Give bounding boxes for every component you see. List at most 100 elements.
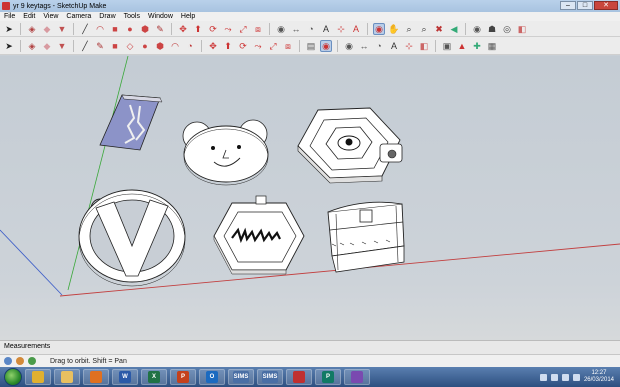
- scale-icon[interactable]: ⤢: [267, 40, 279, 52]
- rectangle-icon[interactable]: ■: [109, 40, 121, 52]
- keytag-treasure-chest[interactable]: [327, 201, 405, 273]
- app-taskbar-button[interactable]: [344, 369, 370, 385]
- protractor-icon[interactable]: ◔: [373, 40, 385, 52]
- line-icon[interactable]: ╱: [79, 40, 91, 52]
- dimension-icon[interactable]: ↔: [358, 40, 370, 52]
- media-player-taskbar-button[interactable]: [83, 369, 109, 385]
- credits-icon[interactable]: [16, 357, 24, 365]
- section-plane-icon[interactable]: ◧: [418, 40, 430, 52]
- orbit-icon[interactable]: ◉: [373, 22, 385, 35]
- sketchup-taskbar-button[interactable]: [286, 369, 312, 385]
- minimize-button[interactable]: –: [560, 1, 576, 10]
- orbit-icon[interactable]: ◉: [320, 39, 332, 52]
- line-icon[interactable]: ╱: [79, 23, 91, 35]
- section-plane-icon[interactable]: ◧: [516, 23, 528, 35]
- share-model-icon[interactable]: ▲: [456, 40, 468, 52]
- menu-edit[interactable]: Edit: [23, 13, 35, 20]
- polygon-icon[interactable]: ⬢: [154, 40, 166, 52]
- dimension-icon[interactable]: ↔: [290, 23, 302, 35]
- outliner-icon[interactable]: ▤: [305, 40, 317, 52]
- rotated-rectangle-icon[interactable]: ◇: [124, 40, 136, 52]
- component-icon[interactable]: ◈: [26, 40, 38, 52]
- rectangle-icon[interactable]: ■: [109, 23, 121, 35]
- circle-icon[interactable]: ●: [139, 40, 151, 52]
- excel-taskbar-button[interactable]: X: [141, 369, 167, 385]
- keytag-circle-v[interactable]: [78, 189, 186, 287]
- extension-warehouse-icon[interactable]: ✚: [471, 40, 483, 52]
- publisher-taskbar-button[interactable]: P: [315, 369, 341, 385]
- follow-me-icon[interactable]: ⤳: [222, 23, 234, 35]
- explorer-taskbar-button[interactable]: [54, 369, 80, 385]
- zoom-extents-icon[interactable]: ✖: [433, 23, 445, 35]
- tape-measure-icon[interactable]: ◉: [343, 40, 355, 52]
- chrome-taskbar-button[interactable]: [25, 369, 51, 385]
- pan-icon[interactable]: ✋: [388, 23, 400, 35]
- zoom-icon[interactable]: ⌕: [403, 23, 415, 35]
- layers-icon[interactable]: ▦: [486, 40, 498, 52]
- arc-icon[interactable]: ◠: [169, 40, 181, 52]
- move-icon[interactable]: ✥: [207, 40, 219, 52]
- geo-location-icon[interactable]: [4, 357, 12, 365]
- rotate-icon[interactable]: ⟳: [237, 40, 249, 52]
- protractor-icon[interactable]: ◔: [305, 23, 317, 35]
- keytag-hexagon-text[interactable]: [213, 195, 305, 275]
- menu-draw[interactable]: Draw: [99, 13, 115, 20]
- menu-tools[interactable]: Tools: [124, 13, 140, 20]
- look-around-icon[interactable]: ◎: [501, 23, 513, 35]
- menu-camera[interactable]: Camera: [66, 13, 91, 20]
- close-button[interactable]: ✕: [594, 1, 618, 10]
- keytag-rectangle-text[interactable]: [99, 94, 163, 151]
- eraser-icon[interactable]: ◆: [41, 23, 53, 35]
- component-icon[interactable]: ◈: [26, 23, 38, 35]
- modeling-viewport[interactable]: [0, 56, 620, 340]
- offset-icon[interactable]: ⧈: [282, 40, 294, 52]
- polygon-icon[interactable]: ⬢: [139, 23, 151, 35]
- network-icon[interactable]: [572, 373, 580, 381]
- menu-help[interactable]: Help: [181, 13, 195, 20]
- paint-bucket-icon[interactable]: ▼: [56, 40, 68, 52]
- measurements-box[interactable]: Measurements: [0, 340, 620, 354]
- follow-me-icon[interactable]: ⤳: [252, 40, 264, 52]
- select-arrow-icon[interactable]: ➤: [3, 23, 15, 35]
- scene-canvas[interactable]: [0, 56, 620, 340]
- offset-icon[interactable]: ⧈: [252, 23, 264, 35]
- push-pull-icon[interactable]: ⬆: [222, 40, 234, 52]
- get-models-icon[interactable]: ▣: [441, 40, 453, 52]
- circle-icon[interactable]: ●: [124, 23, 136, 35]
- text-icon[interactable]: A: [320, 23, 332, 35]
- start-button[interactable]: [4, 368, 22, 386]
- walk-icon[interactable]: ☗: [486, 23, 498, 35]
- 3d-text-icon[interactable]: A: [350, 23, 362, 35]
- position-camera-icon[interactable]: ◉: [471, 23, 483, 35]
- keytag-hexagon-eye[interactable]: [297, 107, 403, 184]
- menu-view[interactable]: View: [43, 13, 58, 20]
- sims-taskbar-button[interactable]: SIMS: [228, 369, 254, 385]
- pie-icon[interactable]: ◔: [184, 40, 196, 52]
- menu-file[interactable]: File: [4, 13, 15, 20]
- move-icon[interactable]: ✥: [177, 23, 189, 35]
- axes-icon[interactable]: ⊹: [335, 23, 347, 35]
- word-taskbar-button[interactable]: W: [112, 369, 138, 385]
- select-arrow-icon[interactable]: ➤: [3, 40, 15, 52]
- tray-icon[interactable]: [539, 373, 547, 381]
- powerpoint-taskbar-button[interactable]: P: [170, 369, 196, 385]
- zoom-window-icon[interactable]: ⌕: [418, 23, 430, 35]
- previous-view-icon[interactable]: ◀: [448, 23, 460, 35]
- scale-icon[interactable]: ⤢: [237, 23, 249, 35]
- rotate-icon[interactable]: ⟳: [207, 23, 219, 35]
- push-pull-icon[interactable]: ⬆: [192, 23, 204, 35]
- clock[interactable]: 12:27 26/03/2014: [584, 370, 614, 384]
- eraser-icon[interactable]: ◆: [41, 40, 53, 52]
- user-icon[interactable]: [28, 357, 36, 365]
- tape-measure-icon[interactable]: ◉: [275, 23, 287, 35]
- keytag-bear-face[interactable]: [182, 119, 269, 186]
- axes-icon[interactable]: ⊹: [403, 40, 415, 52]
- freehand-icon[interactable]: ✎: [94, 40, 106, 52]
- paint-bucket-icon[interactable]: ▼: [56, 23, 68, 35]
- menu-window[interactable]: Window: [148, 13, 173, 20]
- text-icon[interactable]: A: [388, 40, 400, 52]
- maximize-button[interactable]: □: [577, 1, 593, 10]
- freehand-icon[interactable]: ✎: [154, 23, 166, 35]
- tray-icon[interactable]: [550, 373, 558, 381]
- outlook-taskbar-button[interactable]: O: [199, 369, 225, 385]
